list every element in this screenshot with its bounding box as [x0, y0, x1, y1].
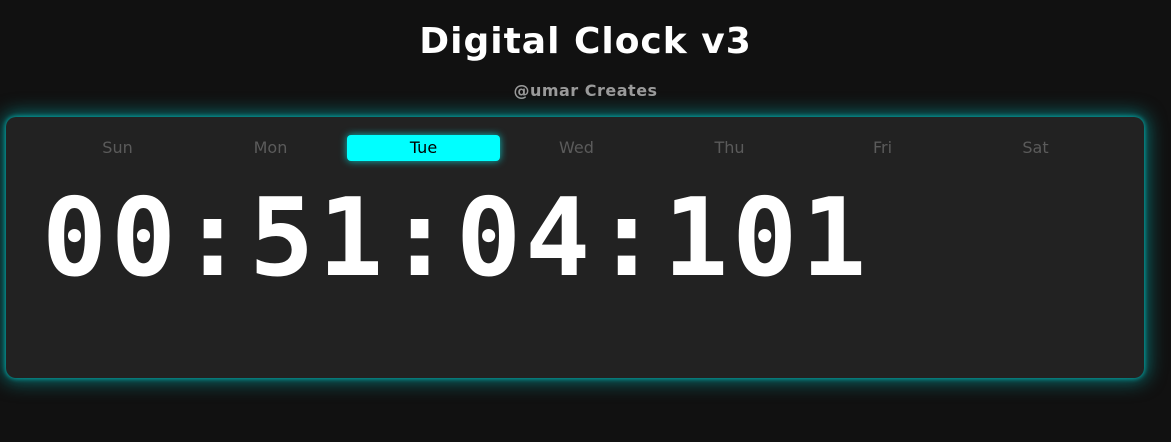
time-display: 00:51:04:101	[42, 176, 871, 301]
clock-panel: Sun Mon Tue Wed Thu Fri Sat 00:51:04:101	[6, 117, 1144, 378]
weekday-bar: Sun Mon Tue Wed Thu Fri Sat	[41, 135, 1112, 161]
day-tue: Tue	[347, 135, 500, 161]
day-thu: Thu	[714, 138, 745, 157]
page: Digital Clock v3 @umar Creates Sun Mon T…	[0, 0, 1171, 442]
day-mon: Mon	[253, 138, 288, 157]
day-sun: Sun	[102, 138, 133, 157]
day-fri: Fri	[872, 138, 893, 157]
day-wed: Wed	[559, 138, 594, 157]
author-credit: @umar Creates	[513, 81, 658, 100]
day-sat: Sat	[1022, 138, 1049, 157]
page-title: Digital Clock v3	[419, 21, 752, 62]
